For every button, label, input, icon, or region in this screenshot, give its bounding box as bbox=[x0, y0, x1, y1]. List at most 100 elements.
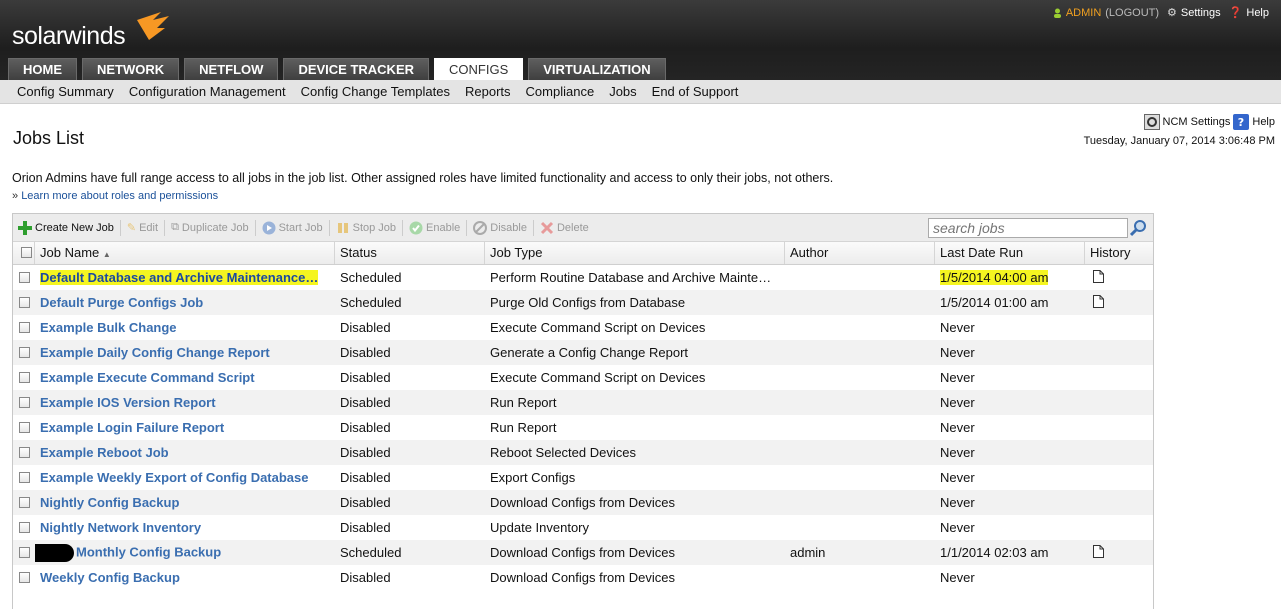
subnav-config-change-templates[interactable]: Config Change Templates bbox=[301, 80, 450, 103]
table-row[interactable]: Example Bulk Change Disabled Execute Comma… bbox=[13, 315, 1153, 340]
table-row[interactable]: Monthly Config Backup Scheduled Download C… bbox=[13, 540, 1153, 565]
settings-link[interactable]: Settings bbox=[1181, 7, 1221, 19]
col-status[interactable]: Status bbox=[335, 242, 485, 264]
tab-configs[interactable]: CONFIGS bbox=[434, 58, 524, 80]
subnav-configuration-management[interactable]: Configuration Management bbox=[129, 80, 286, 103]
create-job-button[interactable]: Create New Job bbox=[18, 220, 114, 235]
search-icon[interactable] bbox=[1130, 219, 1148, 237]
row-checkbox[interactable] bbox=[18, 422, 30, 433]
current-date: Tuesday, January 07, 2014 3:06:48 PM bbox=[1083, 135, 1275, 147]
col-job-name[interactable]: Job Name ▲ bbox=[35, 242, 335, 264]
duplicate-label: Duplicate Job bbox=[181, 221, 249, 234]
job-name-link[interactable]: Example Bulk Change bbox=[40, 320, 177, 335]
table-row[interactable]: Example Login Failure Report Disabled Run … bbox=[13, 415, 1153, 440]
col-history[interactable]: History bbox=[1085, 242, 1153, 264]
table-row[interactable]: Default Database and Archive Maintenance… bbox=[13, 265, 1153, 290]
row-select-cell bbox=[13, 372, 35, 383]
tab-virtualization[interactable]: VIRTUALIZATION bbox=[528, 58, 666, 80]
row-checkbox[interactable] bbox=[18, 397, 30, 408]
job-type-cell: Export Configs bbox=[490, 470, 576, 485]
table-row[interactable]: Example IOS Version Report Disabled Run Re… bbox=[13, 390, 1153, 415]
job-name-cell: Example Bulk Change bbox=[35, 320, 335, 335]
stop-job-button[interactable]: Stop Job bbox=[336, 221, 396, 235]
last-run-value: Never bbox=[940, 395, 975, 410]
tab-device-tracker[interactable]: DEVICE TRACKER bbox=[283, 58, 430, 80]
history-document-icon[interactable] bbox=[1093, 294, 1104, 308]
row-checkbox[interactable] bbox=[18, 372, 30, 383]
tab-home[interactable]: HOME bbox=[8, 58, 77, 80]
row-checkbox[interactable] bbox=[18, 547, 30, 558]
job-name-link[interactable]: Example Daily Config Change Report bbox=[40, 345, 270, 360]
last-run-value: 1/5/2014 04:00 am bbox=[940, 270, 1049, 285]
subnav-reports[interactable]: Reports bbox=[465, 80, 511, 103]
job-name-link[interactable]: Default Database and Archive Maintenance… bbox=[40, 270, 319, 285]
table-row[interactable]: Example Daily Config Change Report Disabl… bbox=[13, 340, 1153, 365]
job-name-link[interactable]: Nightly Config Backup bbox=[40, 495, 179, 510]
col-job-type[interactable]: Job Type bbox=[485, 242, 785, 264]
job-name-link[interactable]: Default Purge Configs Job bbox=[40, 295, 203, 310]
learn-more-link[interactable]: Learn more about roles and permissions bbox=[21, 190, 218, 202]
job-name-link[interactable]: Example Reboot Job bbox=[40, 445, 169, 460]
disable-button[interactable]: Disable bbox=[473, 220, 527, 235]
row-checkbox[interactable] bbox=[18, 272, 30, 283]
search-jobs-input[interactable] bbox=[928, 218, 1128, 238]
plus-icon bbox=[18, 220, 32, 235]
last-run-value: 1/1/2014 02:03 am bbox=[940, 545, 1049, 560]
delete-button[interactable]: Delete bbox=[540, 221, 589, 235]
username-link[interactable]: ADMIN bbox=[1066, 7, 1101, 19]
row-checkbox[interactable] bbox=[18, 497, 30, 508]
table-row[interactable]: Weekly Config Backup Disabled Download Con… bbox=[13, 565, 1153, 590]
job-type-cell: Perform Routine Database and Archive Mai… bbox=[490, 270, 772, 285]
ncm-settings-link[interactable]: NCM Settings bbox=[1163, 116, 1231, 128]
logout-link[interactable]: (LOGOUT) bbox=[1105, 7, 1159, 19]
subnav-config-summary[interactable]: Config Summary bbox=[17, 80, 114, 103]
subnav-jobs[interactable]: Jobs bbox=[609, 80, 636, 103]
table-row[interactable]: Nightly Network Inventory Disabled Update … bbox=[13, 515, 1153, 540]
status-cell: Disabled bbox=[340, 520, 391, 535]
col-author[interactable]: Author bbox=[785, 242, 935, 264]
job-name-cell: Example Reboot Job bbox=[35, 445, 335, 460]
enable-button[interactable]: Enable bbox=[409, 221, 460, 235]
history-document-icon[interactable] bbox=[1093, 544, 1104, 558]
help-link[interactable]: Help bbox=[1246, 7, 1269, 19]
job-name-link[interactable]: Weekly Config Backup bbox=[40, 570, 180, 585]
select-all-checkbox[interactable] bbox=[20, 247, 32, 258]
job-name-cell: Example Execute Command Script bbox=[35, 370, 335, 385]
edit-button[interactable]: ✎ Edit bbox=[127, 221, 158, 235]
job-type-cell: Run Report bbox=[490, 420, 557, 435]
job-name-cell: Default Purge Configs Job bbox=[35, 295, 335, 310]
row-checkbox[interactable] bbox=[18, 522, 30, 533]
job-name-link[interactable]: Example Weekly Export of Config Database bbox=[40, 470, 309, 485]
row-checkbox[interactable] bbox=[18, 297, 30, 308]
table-row[interactable]: Example Weekly Export of Config Database… bbox=[13, 465, 1153, 490]
table-row[interactable]: Default Purge Configs Job Scheduled Purge … bbox=[13, 290, 1153, 315]
col-last-date-run[interactable]: Last Date Run bbox=[935, 242, 1085, 264]
duplicate-job-button[interactable]: ⧉ Duplicate Job bbox=[171, 221, 249, 234]
table-row[interactable]: Example Reboot Job Disabled Reboot Selecte… bbox=[13, 440, 1153, 465]
table-row[interactable]: Example Execute Command Script Disabled Ex… bbox=[13, 365, 1153, 390]
job-name-link[interactable]: Example IOS Version Report bbox=[40, 395, 216, 410]
start-job-button[interactable]: Start Job bbox=[262, 221, 323, 235]
last-run-cell: Never bbox=[935, 420, 1085, 435]
subnav-compliance[interactable]: Compliance bbox=[526, 80, 595, 103]
solarwinds-logo[interactable]: solarwinds bbox=[12, 22, 126, 51]
row-checkbox[interactable] bbox=[18, 447, 30, 458]
history-document-icon[interactable] bbox=[1093, 269, 1104, 283]
page-help-link[interactable]: Help bbox=[1252, 116, 1275, 128]
table-row[interactable]: Nightly Config Backup Disabled Download Co… bbox=[13, 490, 1153, 515]
tab-network[interactable]: NETWORK bbox=[82, 58, 180, 80]
page-title: Jobs List bbox=[13, 128, 85, 148]
row-checkbox[interactable] bbox=[18, 572, 30, 583]
job-name-link[interactable]: Monthly Config Backup bbox=[76, 544, 221, 559]
job-name-link[interactable]: Example Login Failure Report bbox=[40, 420, 224, 435]
job-type-cell: Download Configs from Devices bbox=[490, 545, 675, 560]
row-checkbox[interactable] bbox=[18, 347, 30, 358]
user-icon bbox=[1053, 8, 1061, 18]
start-label: Start Job bbox=[278, 221, 323, 234]
tab-netflow[interactable]: NETFLOW bbox=[184, 58, 279, 80]
subnav-end-of-support[interactable]: End of Support bbox=[652, 80, 739, 103]
row-checkbox[interactable] bbox=[18, 322, 30, 333]
job-name-link[interactable]: Example Execute Command Script bbox=[40, 370, 255, 385]
job-name-link[interactable]: Nightly Network Inventory bbox=[40, 520, 201, 535]
row-checkbox[interactable] bbox=[18, 472, 30, 483]
